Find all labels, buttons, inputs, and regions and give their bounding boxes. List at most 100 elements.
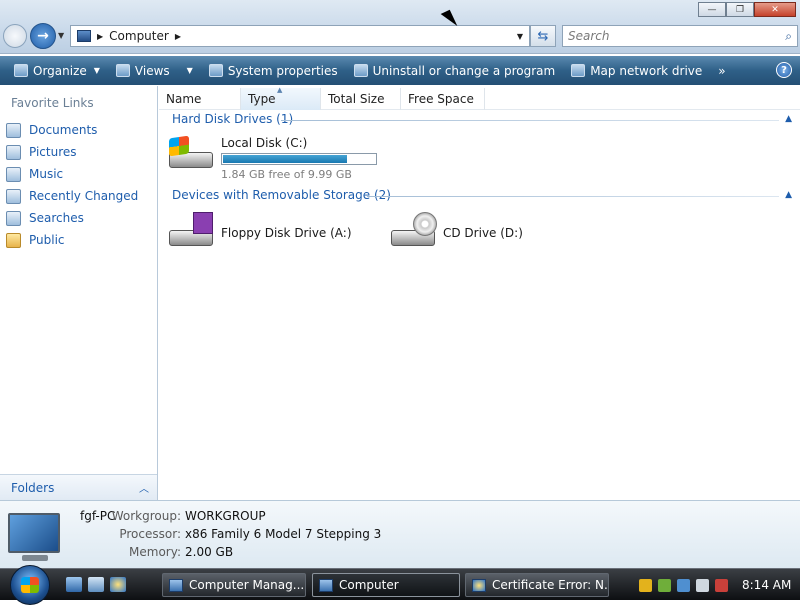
sidebar-item-documents[interactable]: Documents	[6, 119, 138, 141]
taskbar-item-computer[interactable]: Computer	[312, 573, 460, 597]
sidebar-item-label: Pictures	[29, 145, 77, 159]
detail-label: Workgroup:	[111, 509, 181, 523]
back-button[interactable]	[3, 24, 27, 48]
sidebar-item-label: Documents	[29, 123, 98, 137]
sidebar-item-label: Searches	[29, 211, 84, 225]
minimize-button[interactable]: —	[698, 2, 726, 17]
column-header-free-space[interactable]: Free Space	[401, 88, 485, 110]
taskbar-item-label: Computer	[339, 578, 399, 592]
computer-icon	[77, 30, 91, 42]
recent-pages-dropdown[interactable]: ▼	[58, 31, 64, 40]
volume-muted-icon[interactable]	[715, 578, 728, 592]
monitor-stand	[22, 555, 48, 561]
recently-changed-icon	[6, 188, 21, 204]
music-icon	[6, 166, 21, 182]
chevron-up-icon: ︿	[139, 484, 149, 495]
column-label: Type	[248, 92, 276, 106]
detail-value: 2.00 GB	[185, 545, 234, 559]
start-button[interactable]	[10, 565, 50, 605]
update-icon[interactable]	[658, 578, 671, 592]
group-header-removable[interactable]: Devices with Removable Storage (2)	[172, 188, 391, 202]
sidebar-item-recently-changed[interactable]: Recently Changed	[6, 185, 138, 207]
chevron-up-icon[interactable]: ▲	[785, 190, 792, 200]
sidebar-item-pictures[interactable]: Pictures	[6, 141, 138, 163]
refresh-button[interactable]: ⇆	[530, 25, 556, 47]
map-network-drive-button[interactable]: Map network drive	[563, 56, 710, 85]
column-header-total-size[interactable]: Total Size	[321, 88, 401, 110]
chevron-right-icon[interactable]: ▶	[175, 32, 181, 41]
close-button[interactable]: ✕	[754, 2, 796, 17]
taskbar-item-certificate-error[interactable]: Certificate Error: N...	[465, 573, 609, 597]
drive-free-space: 1.84 GB free of 9.99 GB	[221, 168, 352, 181]
detail-value: WORKGROUP	[185, 509, 266, 523]
detail-label: Processor:	[119, 527, 181, 541]
sidebar-item-label: Recently Changed	[29, 189, 139, 203]
address-dropdown-icon[interactable]: ▼	[517, 32, 523, 41]
chevron-up-icon[interactable]: ▲	[785, 114, 792, 124]
detail-workgroup: Workgroup: WORKGROUP	[80, 509, 266, 523]
folders-label: Folders	[11, 480, 55, 495]
sidebar-item-label: Music	[29, 167, 64, 181]
forward-button[interactable]: →	[30, 23, 56, 49]
window-controls: — ❐ ✕	[698, 2, 796, 17]
computer-icon	[319, 578, 333, 592]
security-shield-icon[interactable]	[639, 578, 652, 592]
documents-icon	[6, 122, 21, 138]
switch-windows-icon[interactable]	[88, 577, 104, 592]
search-icon[interactable]: ⌕	[785, 29, 792, 44]
search-placeholder: Search	[568, 29, 610, 43]
group-title: Devices with Removable Storage (2)	[172, 188, 391, 202]
group-title: Hard Disk Drives (1)	[172, 112, 294, 126]
taskbar-item-computer-management[interactable]: Computer Manag...	[162, 573, 306, 597]
detail-processor: Processor: x86 Family 6 Model 7 Stepping…	[80, 527, 381, 541]
system-properties-label: System properties	[227, 63, 338, 78]
file-list-pane: Name ▲ Type Total Size Free Space Hard D…	[159, 86, 800, 500]
clock[interactable]: 8:14 AM	[742, 578, 791, 592]
column-header-type[interactable]: ▲ Type	[241, 86, 321, 110]
system-properties-button[interactable]: System properties	[201, 56, 346, 85]
uninstall-program-button[interactable]: Uninstall or change a program	[346, 56, 564, 85]
uninstall-icon	[353, 64, 368, 77]
maximize-button[interactable]: ❐	[726, 2, 754, 17]
column-label: Name	[166, 92, 202, 106]
views-button[interactable]: Views ▼	[108, 56, 201, 85]
chevron-down-icon: ▼	[93, 66, 100, 75]
organize-button[interactable]: Organize ▼	[6, 56, 108, 85]
sidebar-item-searches[interactable]: Searches	[6, 207, 138, 229]
address-bar[interactable]: ▶ Computer ▶ ▼	[70, 25, 530, 47]
toolbar-overflow-button[interactable]: »	[710, 64, 733, 78]
show-desktop-icon[interactable]	[66, 577, 82, 592]
navigation-pane: Favorite Links Documents Pictures Music …	[0, 86, 158, 500]
system-tray: 8:14 AM	[625, 569, 800, 601]
internet-explorer-icon	[472, 578, 486, 592]
chevron-down-icon: ▼	[186, 66, 193, 75]
group-header-hard-disk[interactable]: Hard Disk Drives (1)	[172, 112, 293, 126]
title-bar: — ❐ ✕ → ▼ ▶ Computer ▶ ▼ ⇆ Search ⌕	[0, 0, 800, 54]
drive-name: CD Drive (D:)	[443, 226, 523, 240]
network-icon[interactable]	[677, 578, 690, 592]
chevron-right-icon[interactable]: ▶	[97, 32, 103, 41]
detail-memory: Memory: 2.00 GB	[80, 545, 233, 559]
favorite-links-list: Documents Pictures Music Recently Change…	[6, 119, 138, 251]
favorite-links-heading: Favorite Links	[11, 96, 94, 110]
breadcrumb-computer[interactable]: Computer	[109, 29, 169, 43]
floppy-drive-icon	[167, 212, 215, 250]
drive-name: Floppy Disk Drive (A:)	[221, 226, 352, 240]
views-icon	[115, 64, 130, 77]
command-bar: Organize ▼ Views ▼ System properties Uni…	[0, 56, 800, 85]
sidebar-item-music[interactable]: Music	[6, 163, 138, 185]
folders-toggle[interactable]: Folders ︿	[0, 474, 157, 500]
help-button[interactable]: ?	[776, 62, 792, 78]
detail-label: Memory:	[129, 545, 181, 559]
column-label: Total Size	[328, 92, 385, 106]
network-status-icon[interactable]	[696, 578, 709, 592]
drive-item-a[interactable]: Floppy Disk Drive (A:)	[167, 212, 352, 250]
search-input[interactable]: Search ⌕	[562, 25, 798, 47]
drive-item-d[interactable]: CD Drive (D:)	[389, 212, 523, 250]
group-divider	[367, 196, 779, 197]
column-header-name[interactable]: Name	[159, 88, 241, 110]
sidebar-item-public[interactable]: Public	[6, 229, 138, 251]
internet-explorer-icon[interactable]	[110, 577, 126, 592]
computer-monitor-icon	[8, 513, 60, 553]
drive-item-c[interactable]: Local Disk (C:) 1.84 GB free of 9.99 GB	[167, 134, 377, 181]
